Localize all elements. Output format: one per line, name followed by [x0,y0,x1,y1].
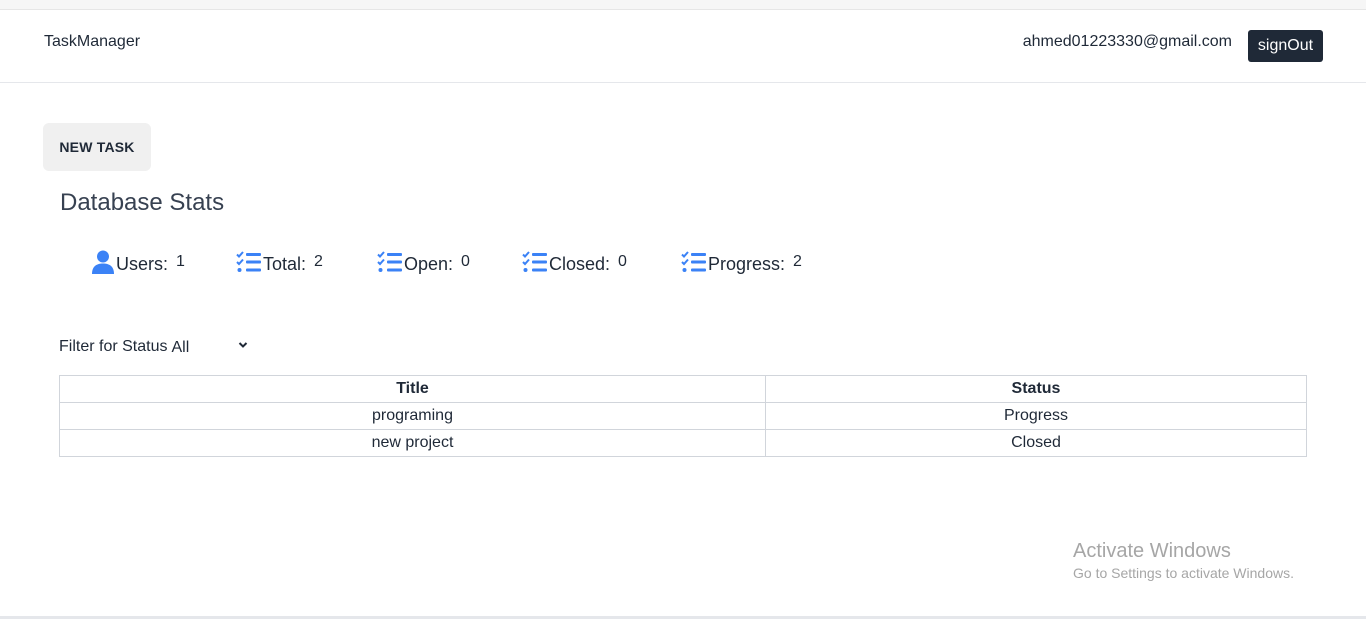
stat-total: Total: 2 [236,250,323,278]
stat-label: Open: [404,253,454,274]
status-filter: Filter for Status All [59,336,249,358]
column-header-title: Title [59,375,766,403]
signout-button[interactable]: signOut [1248,30,1323,62]
stat-label: Users: [116,253,169,274]
chevron-down-icon[interactable] [237,338,249,356]
column-header-status: Status [765,375,1307,403]
task-title-cell: programing [59,402,766,430]
stat-progress: Progress: 2 [681,250,802,278]
table-row[interactable]: new project Closed [59,429,1307,457]
task-title-cell: new project [59,429,766,457]
watermark-subtitle: Go to Settings to activate Windows. [1073,565,1294,581]
status-filter-label: Filter for Status [59,338,168,355]
task-list-icon [236,250,261,278]
task-list-icon [522,250,547,278]
task-status-cell: Progress [765,402,1307,430]
stat-users: Users: 1 [92,250,185,279]
stat-value: 2 [793,253,802,270]
navbar: TaskManager ahmed01223330@gmail.com sign… [0,10,1366,83]
task-status-cell: Closed [765,429,1307,457]
user-email: ahmed01223330@gmail.com [1022,33,1232,50]
watermark-title: Activate Windows [1073,540,1231,562]
browser-top-strip [0,0,1366,10]
tasks-table: Title Status programing Progress new pro… [59,375,1307,457]
activate-windows-watermark: Activate Windows Go to Settings to activ… [1073,540,1294,581]
table-header-row: Title Status [59,375,1307,403]
stat-label: Total: [263,253,307,274]
stat-value: 1 [176,253,185,270]
user-icon [92,250,114,279]
stat-label: Progress: [708,253,786,274]
stat-open: Open: 0 [377,250,470,278]
stat-label: Closed: [549,253,611,274]
task-list-icon [681,250,706,278]
table-row[interactable]: programing Progress [59,402,1307,430]
new-task-button[interactable]: NEW TASK [43,123,151,171]
stat-value: 0 [618,253,627,270]
task-list-icon [377,250,402,278]
brand-link[interactable]: TaskManager [44,33,140,51]
stat-closed: Closed: 0 [522,250,627,278]
stats-title: Database Stats [60,189,225,216]
stat-value: 0 [461,253,470,270]
stat-value: 2 [314,253,323,270]
status-filter-select[interactable]: All [171,338,242,356]
